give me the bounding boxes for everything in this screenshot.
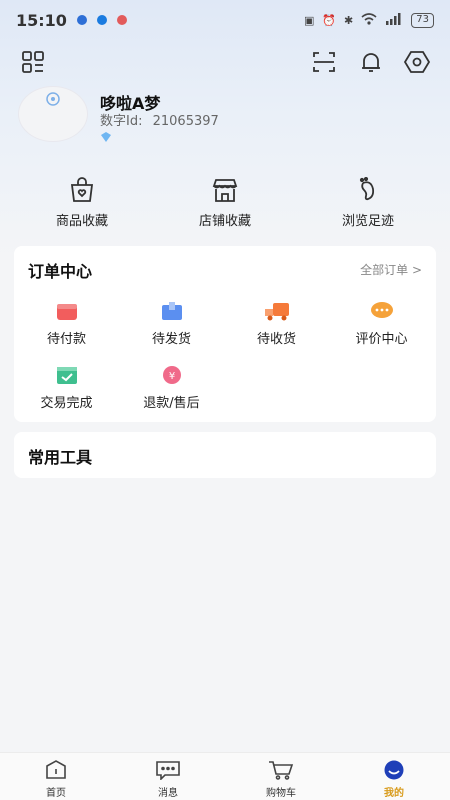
common-tools-title: 常用工具 [28, 448, 93, 467]
order-item-label: 交易完成 [40, 396, 93, 411]
nav-cart[interactable]: 购物车 [225, 759, 337, 799]
status-time: 15:10 [16, 10, 67, 30]
status-bar: 15:10 ▣ ⏰ ✱ 73 [0, 0, 450, 40]
avatar-logo-icon [46, 92, 60, 106]
bluetooth-icon: ✱ [344, 13, 354, 27]
battery-indicator: 73 [411, 12, 434, 28]
nfc-icon: ▣ [303, 13, 315, 27]
order-refund-aftersale[interactable]: ¥ 退款/售后 [119, 364, 224, 411]
notification-app-icon [96, 15, 107, 25]
nav-profile[interactable]: 我的 [338, 759, 450, 799]
quick-links: 商品收藏 店铺收藏 浏览足迹 [0, 176, 450, 232]
signal-icon [385, 12, 403, 28]
truck-icon [224, 300, 329, 322]
wifi-icon [361, 12, 377, 28]
order-pending-payment[interactable]: 待付款 [14, 300, 119, 347]
scan-icon[interactable] [310, 48, 338, 76]
bag-heart-icon [22, 176, 142, 204]
nav-messages[interactable]: 消息 [112, 759, 224, 799]
order-item-label: 待付款 [46, 332, 86, 347]
avatar[interactable] [18, 86, 88, 142]
nav-label: 我的 [384, 788, 404, 799]
profile-section[interactable]: 哆啦A梦 数字Id: 21065397 [18, 86, 438, 146]
quick-link-label: 商品收藏 [55, 214, 108, 229]
order-pending-receipt[interactable]: 待收货 [224, 300, 329, 347]
order-pending-shipment[interactable]: 待发货 [119, 300, 224, 347]
top-toolbar [0, 48, 450, 78]
svg-text:¥: ¥ [168, 371, 174, 382]
refund-icon: ¥ [119, 364, 224, 386]
footprint-icon [308, 176, 428, 204]
grid-menu-icon[interactable] [19, 48, 47, 76]
bottom-navigation: 首页 消息 购物车 我的 [0, 752, 450, 800]
quick-link-product-favorites[interactable]: 商品收藏 [22, 176, 142, 229]
common-tools-card: 常用工具 [14, 432, 436, 478]
check-box-icon [14, 364, 119, 386]
alarm-icon: ⏰ [322, 13, 337, 27]
package-icon [119, 300, 224, 322]
nav-home[interactable]: 首页 [0, 759, 112, 799]
order-center-title: 订单中心 [28, 262, 93, 281]
wallet-icon [14, 300, 119, 322]
bell-icon[interactable] [357, 48, 385, 76]
vip-badge-icon [100, 128, 112, 147]
quick-link-browse-history[interactable]: 浏览足迹 [308, 176, 428, 229]
user-id: 数字Id: 21065397 [100, 110, 219, 129]
notification-app-icon [116, 15, 127, 25]
nav-label: 购物车 [266, 788, 296, 799]
chat-bubble-icon [329, 300, 434, 322]
order-review-center[interactable]: 评价中心 [329, 300, 434, 347]
quick-link-label: 浏览足迹 [341, 214, 394, 229]
nav-label: 消息 [158, 788, 178, 799]
quick-link-store-favorites[interactable]: 店铺收藏 [165, 176, 285, 229]
status-indicators: ▣ ⏰ ✱ 73 [303, 12, 434, 28]
order-item-label: 待收货 [256, 332, 296, 347]
message-icon [112, 759, 224, 781]
order-item-label: 退款/售后 [143, 396, 200, 411]
order-center-card: 订单中心 全部订单 > 待付款 待发货 待收货 评价中心 交易完成 ¥ 退款/售… [14, 246, 436, 422]
cart-icon [225, 759, 337, 781]
notification-app-icon [76, 15, 87, 25]
home-icon [0, 759, 112, 781]
order-completed[interactable]: 交易完成 [14, 364, 119, 411]
nav-label: 首页 [46, 788, 66, 799]
order-item-label: 待发货 [151, 332, 191, 347]
user-id-label: 数字Id: [100, 114, 143, 129]
all-orders-link[interactable]: 全部订单 > [360, 261, 422, 278]
quick-link-label: 店铺收藏 [198, 214, 251, 229]
order-item-label: 评价中心 [355, 332, 408, 347]
profile-icon [338, 759, 450, 781]
settings-icon[interactable] [403, 48, 431, 76]
user-id-value: 21065397 [152, 114, 219, 129]
store-icon [165, 176, 285, 204]
